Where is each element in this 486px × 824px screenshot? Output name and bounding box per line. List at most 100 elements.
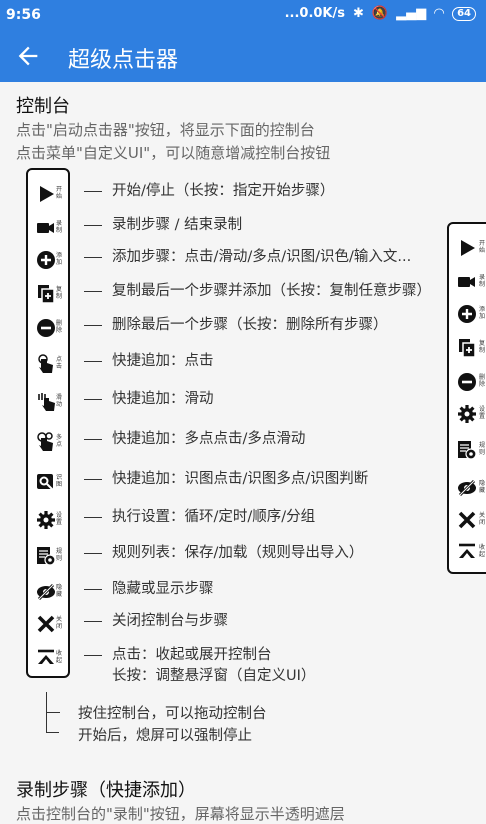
hide-icon xyxy=(458,479,476,497)
description-text: 长按：调整悬浮窗（自定义UI） xyxy=(112,668,316,684)
connector-dash xyxy=(84,588,102,590)
button-mini-label: 添加 xyxy=(56,252,63,266)
button-description: 复制最后一个步骤并添加（长按：复制任意步骤） xyxy=(84,279,431,300)
button-description: 点击：收起或展开控制台 xyxy=(84,643,272,664)
copy-button[interactable]: 复制 xyxy=(34,280,66,310)
button-mini-label: 添加 xyxy=(479,306,486,320)
collapse-icon xyxy=(38,649,54,664)
app-title: 超级点击器 xyxy=(68,48,179,73)
gear-button[interactable]: 设置 xyxy=(455,400,486,430)
add-icon xyxy=(37,251,55,269)
console-desc-2: 点击菜单"自定义UI"，可以随意增减控制台按钮 xyxy=(16,144,331,162)
record-icon xyxy=(37,223,54,233)
tap-button[interactable]: 点击 xyxy=(34,350,66,380)
description-text: 开始/停止（长按：指定开始步骤） xyxy=(112,183,335,199)
delete-button[interactable]: 删除 xyxy=(34,314,66,344)
button-description: 删除最后一个步骤（长按：删除所有步骤） xyxy=(84,313,388,334)
play-button[interactable]: 开始 xyxy=(455,234,486,264)
collapse-button[interactable]: 收起 xyxy=(34,644,66,674)
connector-dash xyxy=(84,516,102,518)
button-mini-label: 删除 xyxy=(479,374,486,388)
description-text: 规则列表：保存/加载（规则导出导入） xyxy=(112,545,364,561)
close-button[interactable]: 关闭 xyxy=(455,506,486,536)
record-icon xyxy=(458,277,475,287)
close-icon xyxy=(37,615,55,633)
signal-icon: ▂▄▆ xyxy=(396,6,427,21)
button-mini-label: 隐藏 xyxy=(56,584,63,598)
button-description: 快捷追加：点击 xyxy=(84,349,214,370)
mute-icon: 🔕 xyxy=(371,6,389,21)
connector-dash xyxy=(84,224,102,226)
status-time: 9:56 xyxy=(6,7,41,23)
description-text: 删除最后一个步骤（长按：删除所有步骤） xyxy=(112,317,388,333)
button-mini-label: 设置 xyxy=(479,406,486,420)
delete-button[interactable]: 删除 xyxy=(455,368,486,398)
collapse-button[interactable]: 收起 xyxy=(455,538,486,568)
description-text: 添加步骤：点击/滑动/多点/识图/识色/输入文... xyxy=(112,249,412,265)
description-text: 关闭控制台与步骤 xyxy=(112,613,228,629)
gear-icon xyxy=(458,405,476,423)
hide-icon xyxy=(37,583,55,601)
add-icon xyxy=(458,305,476,323)
network-speed: ...0.0K/s xyxy=(284,6,345,21)
record-button[interactable]: 录制 xyxy=(34,214,66,244)
battery-indicator: 64 xyxy=(452,6,476,21)
bracket-line xyxy=(46,712,60,713)
connector-dash xyxy=(84,620,102,622)
button-mini-label: 录制 xyxy=(479,274,486,288)
button-mini-label: 收起 xyxy=(479,544,486,558)
copy-icon xyxy=(38,285,55,304)
connector-dash xyxy=(84,478,102,480)
button-mini-label: 关闭 xyxy=(56,616,63,630)
rules-button[interactable]: 规则 xyxy=(455,436,486,466)
console-panel[interactable]: 开始录制添加复制删除点击滑动多点识图设置规则隐藏关闭收起 xyxy=(26,168,70,678)
connector-dash xyxy=(84,324,102,326)
button-mini-label: 规则 xyxy=(56,548,63,562)
play-icon xyxy=(40,186,54,202)
console-panel-compact[interactable]: 开始录制添加复制删除设置规则隐藏关闭收起 xyxy=(447,222,486,574)
button-mini-label: 开始 xyxy=(479,240,486,254)
image-recognition-button[interactable]: 识图 xyxy=(34,468,66,498)
connector-dash xyxy=(84,654,102,656)
gear-button[interactable]: 设置 xyxy=(34,506,66,536)
play-icon xyxy=(461,240,475,256)
status-bar: 9:56 ...0.0K/s ✱ 🔕 ▂▄▆ ◠ 64 xyxy=(0,0,486,30)
button-mini-label: 设置 xyxy=(56,512,63,526)
multitouch-button[interactable]: 多点 xyxy=(34,428,66,458)
connector-dash xyxy=(84,290,102,292)
button-mini-label: 多点 xyxy=(56,434,63,448)
copy-button[interactable]: 复制 xyxy=(455,334,486,364)
button-mini-label: 收起 xyxy=(56,650,63,664)
button-description: 添加步骤：点击/滑动/多点/识图/识色/输入文... xyxy=(84,245,411,266)
swipe-button[interactable]: 滑动 xyxy=(34,388,66,418)
bluetooth-icon: ✱ xyxy=(352,6,364,21)
collapse-icon xyxy=(459,543,475,558)
connector-dash xyxy=(84,398,102,400)
add-button[interactable]: 添加 xyxy=(34,246,66,276)
add-button[interactable]: 添加 xyxy=(455,300,486,330)
connector-dash xyxy=(84,190,102,192)
close-button[interactable]: 关闭 xyxy=(34,610,66,640)
button-mini-label: 关闭 xyxy=(479,512,486,526)
hide-button[interactable]: 隐藏 xyxy=(455,474,486,504)
button-mini-label: 识图 xyxy=(56,474,63,488)
app-bar: 超级点击器 xyxy=(0,30,486,82)
image-recognition-icon xyxy=(37,474,53,490)
button-description: 开始/停止（长按：指定开始步骤） xyxy=(84,179,334,200)
back-arrow-icon[interactable] xyxy=(14,42,42,70)
delete-icon xyxy=(37,319,55,337)
rules-button[interactable]: 规则 xyxy=(34,542,66,572)
section-heading-console: 控制台 xyxy=(16,96,70,117)
button-description: 规则列表：保存/加载（规则导出导入） xyxy=(84,541,363,562)
tap-icon xyxy=(38,354,53,373)
description-text: 录制步骤 / 结束录制 xyxy=(112,217,243,233)
button-mini-label: 删除 xyxy=(56,320,63,334)
button-mini-label: 复制 xyxy=(56,286,63,300)
console-desc-1: 点击"启动点击器"按钮，将显示下面的控制台 xyxy=(16,121,315,139)
hide-button[interactable]: 隐藏 xyxy=(34,578,66,608)
note-force-stop: 开始后，熄屏可以强制停止 xyxy=(78,728,252,744)
record-button[interactable]: 录制 xyxy=(455,268,486,298)
note-drag: 按住控制台，可以拖动控制台 xyxy=(78,706,267,722)
play-button[interactable]: 开始 xyxy=(34,180,66,210)
button-mini-label: 复制 xyxy=(479,340,486,354)
